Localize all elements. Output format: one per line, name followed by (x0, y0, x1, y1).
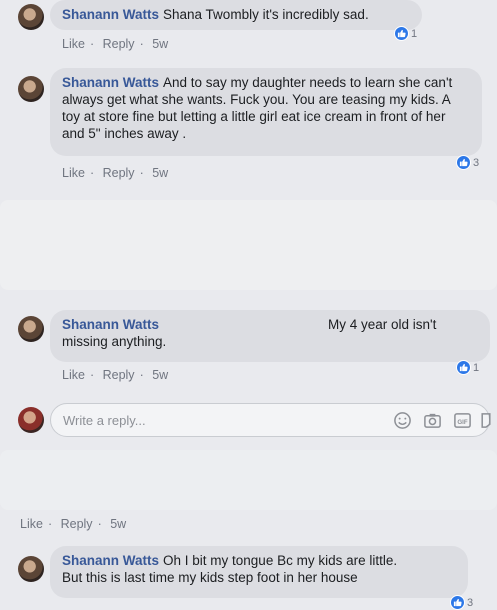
like-reaction-icon (450, 595, 465, 610)
comment-bubble: Shanann Watts Shana Twombly it's incredib… (50, 0, 422, 30)
avatar[interactable] (18, 76, 44, 102)
comment-author[interactable]: Shanann Watts (62, 553, 159, 568)
comment-text: Oh I bit my tongue Bc my kids are little… (163, 553, 398, 568)
parent-comment-actions: Like · Reply · 5w (20, 517, 127, 531)
avatar[interactable] (18, 556, 44, 582)
svg-text:GIF: GIF (457, 419, 467, 426)
avatar[interactable] (18, 4, 44, 30)
like-reaction-icon (456, 360, 471, 375)
reaction-number: 3 (473, 156, 480, 169)
comment-text-line2: But this is last time my kids step foot … (62, 570, 358, 585)
comment-text: Shana Twombly it's incredibly sad. (163, 7, 369, 22)
gif-icon[interactable]: GIF (453, 411, 472, 430)
comment-author[interactable]: Shanann Watts (62, 7, 159, 22)
comment-actions: Like · Reply · 5w (62, 368, 169, 382)
comment-text: missing anything. (62, 334, 167, 349)
timestamp[interactable]: 5w (152, 166, 168, 180)
timestamp[interactable]: 5w (152, 37, 168, 51)
reaction-count[interactable]: 3 (450, 594, 473, 610)
blank-area (0, 200, 497, 290)
comment-actions: Like · Reply · 5w (62, 166, 169, 180)
comment-actions: Like · Reply · 5w (62, 37, 169, 51)
comment-author[interactable]: Shanann Watts (62, 317, 159, 332)
emoji-icon[interactable] (393, 411, 412, 430)
reaction-count[interactable]: 3 (456, 154, 479, 171)
reaction-count[interactable]: 1 (394, 25, 417, 42)
timestamp[interactable]: 5w (152, 368, 168, 382)
reply-link[interactable]: Reply (103, 368, 135, 382)
reaction-count[interactable]: 1 (456, 359, 479, 376)
reaction-number: 1 (473, 361, 480, 374)
camera-icon[interactable] (423, 411, 442, 430)
blurred-area (0, 450, 497, 510)
reply-placeholder: Write a reply... (63, 413, 146, 428)
comment-text-right: My 4 year old isn't (328, 317, 437, 332)
like-link[interactable]: Like (62, 166, 85, 180)
comment-author[interactable]: Shanann Watts (62, 75, 159, 90)
reaction-number: 3 (467, 596, 474, 609)
reaction-number: 1 (411, 27, 418, 40)
avatar[interactable] (18, 316, 44, 342)
like-reaction-icon (456, 155, 471, 170)
reply-link[interactable]: Reply (61, 517, 93, 531)
reply-link[interactable]: Reply (103, 37, 135, 51)
comment-bubble: Shanann Watts Oh I bit my tongue Bc my ki… (50, 546, 468, 598)
like-link[interactable]: Like (20, 517, 43, 531)
like-link[interactable]: Like (62, 368, 85, 382)
comment-bubble: Shanann Watts My 4 year old isn't missin… (50, 310, 490, 362)
reply-input[interactable]: Write a reply... GIF (50, 403, 491, 437)
like-reaction-icon (394, 26, 409, 41)
timestamp[interactable]: 5w (110, 517, 126, 531)
sticker-icon[interactable] (481, 411, 491, 430)
like-link[interactable]: Like (62, 37, 85, 51)
comment-bubble: Shanann Watts And to say my daughter need… (50, 68, 482, 156)
my-avatar[interactable] (18, 407, 44, 433)
reply-link[interactable]: Reply (103, 166, 135, 180)
